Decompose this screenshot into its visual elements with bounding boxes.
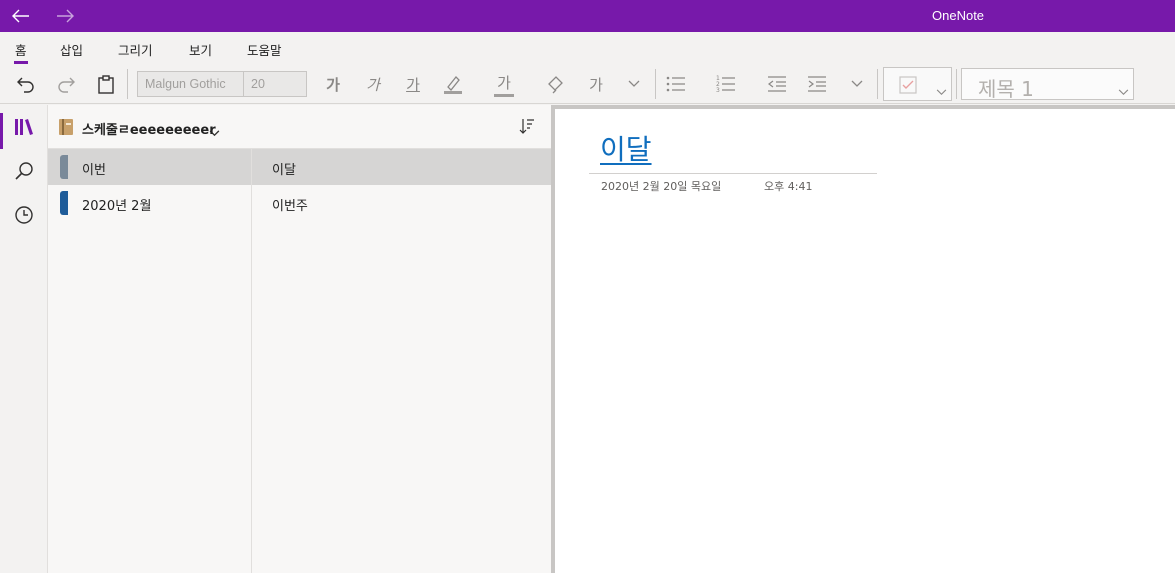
redo-icon[interactable]	[52, 70, 80, 98]
format-painter-icon[interactable]	[543, 70, 569, 98]
notebook-name[interactable]: 스케줄ㄹeeeeeeeeer	[82, 119, 216, 138]
chevron-down-icon[interactable]	[846, 70, 868, 98]
ribbon-tabs: 홈 삽입 그리기 보기 도움말	[0, 32, 1175, 64]
font-color-bar	[494, 93, 514, 97]
page-time: 오후 4:41	[764, 180, 813, 193]
tab-insert[interactable]: 삽입	[60, 40, 83, 59]
navigation-rail	[0, 105, 48, 573]
page-canvas[interactable]	[555, 105, 1175, 573]
section-label: 이번	[82, 163, 106, 178]
back-arrow-icon[interactable]	[9, 4, 33, 28]
section-label: 2020년 2월	[82, 199, 152, 214]
clipboard-icon[interactable]	[92, 70, 120, 98]
section-color-tab	[60, 155, 68, 179]
font-name-field[interactable]: Malgun Gothic	[138, 72, 244, 96]
clear-formatting-button[interactable]: 가	[583, 70, 609, 98]
tab-view[interactable]: 보기	[189, 40, 212, 59]
section-item[interactable]: 2020년 2월	[48, 185, 251, 221]
decrease-indent-icon[interactable]	[764, 70, 790, 98]
search-icon[interactable]	[0, 151, 48, 191]
style-selector[interactable]: 제목 1	[961, 68, 1134, 101]
numbered-list-icon[interactable]: 123	[713, 70, 739, 98]
italic-button[interactable]: 가	[360, 70, 386, 98]
tab-draw[interactable]: 그리기	[118, 40, 153, 59]
title-divider	[589, 173, 877, 174]
font-size-field[interactable]: 20	[244, 72, 306, 96]
notebooks-icon[interactable]	[0, 107, 48, 149]
highlighter-icon[interactable]	[440, 70, 466, 98]
page-item[interactable]: 이달	[252, 149, 551, 185]
underline-button[interactable]: 가	[400, 70, 426, 98]
chevron-down-icon	[936, 81, 947, 100]
page-item[interactable]: 이번주	[252, 185, 551, 221]
chevron-down-icon	[1118, 81, 1129, 100]
style-value: 제목 1	[978, 77, 1034, 101]
forward-arrow-icon[interactable]	[53, 4, 77, 28]
page-label: 이달	[272, 163, 296, 178]
increase-indent-icon[interactable]	[804, 70, 830, 98]
todo-checkbox-icon	[899, 76, 917, 98]
page-label: 이번주	[272, 199, 308, 214]
notebook-icon	[58, 118, 74, 140]
chevron-down-icon[interactable]	[623, 70, 645, 98]
page-list: 이달 이번주	[252, 149, 551, 573]
svg-text:3: 3	[716, 87, 720, 93]
page-title[interactable]: 이달	[600, 128, 652, 168]
section-color-tab	[60, 191, 68, 215]
bullet-list-icon[interactable]	[663, 70, 689, 98]
page-date: 2020년 2월 20일 목요일	[601, 180, 722, 193]
tag-selector[interactable]	[883, 67, 952, 101]
font-color-button[interactable]: 가	[490, 70, 518, 98]
font-selector[interactable]: Malgun Gothic 20	[137, 71, 307, 97]
sort-icon[interactable]	[519, 118, 535, 138]
tab-help[interactable]: 도움말	[247, 40, 282, 59]
bold-button[interactable]: 가	[320, 70, 346, 98]
section-list: 이번 2020년 2월	[48, 149, 252, 573]
font-color-glyph: 가	[497, 73, 511, 92]
tab-home[interactable]: 홈	[14, 40, 28, 64]
app-title: OneNote	[932, 8, 985, 23]
title-bar: OneNote	[0, 0, 1175, 32]
recent-clock-icon[interactable]	[0, 195, 48, 235]
undo-icon[interactable]	[12, 70, 40, 98]
section-item[interactable]: 이번	[48, 149, 251, 185]
